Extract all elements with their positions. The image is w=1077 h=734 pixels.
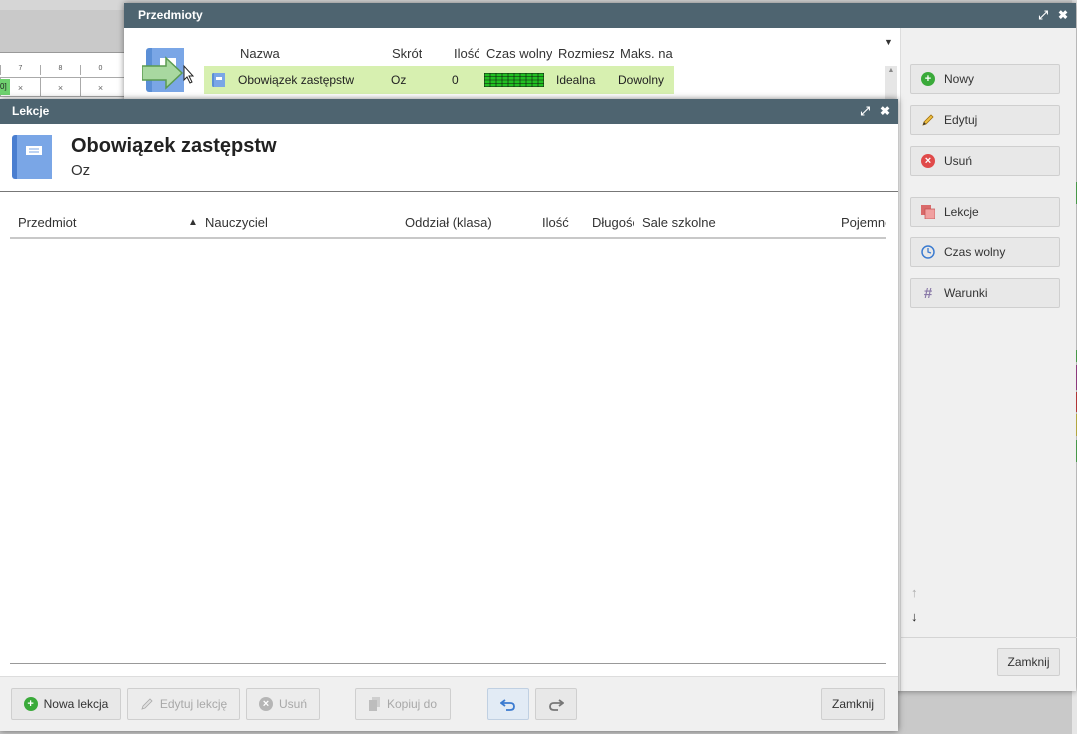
grid-header: 7 — [0, 65, 40, 75]
background-timetable: 7 8 0 × × × 0] — [0, 52, 130, 102]
usun-button[interactable]: × Usuń — [246, 688, 320, 720]
col-ilosc[interactable]: Ilość — [542, 215, 569, 230]
col-dlugosc[interactable]: Długość — [592, 215, 634, 230]
maximize-icon[interactable]: ⤢ — [1038, 3, 1048, 28]
col-czas-wolny[interactable]: Czas wolny — [486, 46, 552, 61]
przedmioty-sidebar: + Nowy Edytuj × Usuń Lekcje Czas wolny #… — [900, 28, 1077, 691]
usun-label: Usuń — [278, 697, 307, 711]
przedmioty-zamknij-button[interactable]: Zamknij — [997, 648, 1060, 676]
divider — [0, 191, 898, 192]
pencil-icon — [922, 114, 934, 126]
column-menu-chevron-down-icon[interactable]: ▼ — [884, 37, 893, 47]
col-nauczyciel[interactable]: Nauczyciel — [205, 215, 268, 230]
subject-book-icon — [212, 73, 225, 87]
col-rozmieszczenie[interactable]: Rozmieszczenie — [558, 46, 614, 61]
grid-cell[interactable]: × — [80, 78, 120, 96]
warunki-button[interactable]: # Warunki — [910, 278, 1060, 308]
row-rozmieszczenie: Idealna — [556, 73, 596, 87]
redo-icon — [549, 699, 564, 711]
row-nazwa: Obowiązek zastępstw — [238, 73, 355, 87]
nowa-lekcja-button[interactable]: + Nowa lekcja — [11, 688, 121, 720]
col-ilosc[interactable]: Ilość — [454, 46, 479, 61]
divider — [901, 637, 1077, 638]
col-nazwa[interactable]: Nazwa — [240, 46, 280, 61]
row-skrot: Oz — [391, 73, 407, 87]
table-row[interactable]: Obowiązek zastępstw Oz 0 Idealna Dowolny — [204, 66, 674, 94]
col-oddzial[interactable]: Oddział (klasa) — [405, 215, 492, 230]
plus-circle-icon: + — [921, 72, 935, 86]
pencil-icon — [141, 698, 153, 710]
kopiuj-do-button[interactable]: Kopiuj do — [355, 688, 451, 720]
copy-icon — [368, 697, 380, 711]
kopiuj-do-label: Kopiuj do — [386, 697, 438, 711]
col-skrot[interactable]: Skrót — [392, 46, 422, 61]
col-maks[interactable]: Maks. na — [620, 46, 674, 61]
clock-icon — [921, 245, 935, 259]
redo-button[interactable] — [535, 688, 577, 720]
plus-circle-icon: + — [23, 697, 38, 711]
grid-lesson-card[interactable]: 0] — [0, 79, 10, 95]
przedmioty-title: Przedmioty — [138, 8, 203, 22]
przedmioty-titlebar[interactable]: Przedmioty ⤢ ✖ — [124, 3, 1076, 28]
maximize-icon[interactable]: ⤢ — [860, 99, 870, 124]
grid-header: 0 — [80, 65, 120, 75]
row-maks: Dowolny — [618, 73, 665, 87]
lekcje-zamknij-button[interactable]: Zamknij — [821, 688, 885, 720]
lekcje-window: Lekcje ⤢ ✖ Obowiązek zastępstw Oz Przedm… — [0, 99, 898, 731]
col-przedmiot[interactable]: Przedmiot — [18, 215, 77, 230]
subject-book-icon — [12, 135, 52, 179]
czas-wolny-button[interactable]: Czas wolny — [910, 237, 1060, 267]
lekcje-button[interactable]: Lekcje — [910, 197, 1060, 227]
nowa-lekcja-label: Nowa lekcja — [43, 697, 109, 711]
grid-header: 8 — [40, 65, 80, 75]
timeslots-grid — [484, 73, 544, 87]
hash-icon: # — [923, 284, 933, 302]
warunki-label: Warunki — [944, 286, 988, 300]
subject-short: Oz — [71, 162, 91, 179]
row-ilosc: 0 — [452, 73, 459, 87]
close-icon[interactable]: ✖ — [1058, 3, 1068, 28]
usun-label: Usuń — [944, 154, 973, 168]
undo-icon — [500, 699, 515, 711]
edytuj-button[interactable]: Edytuj — [910, 105, 1060, 135]
nowy-label: Nowy — [944, 72, 975, 86]
subject-book-arrow-icon — [142, 48, 195, 92]
edytuj-lekcje-label: Edytuj lekcję — [159, 697, 228, 711]
col-pojemnosc[interactable]: Pojemność — [841, 215, 886, 230]
lekcje-label: Lekcje — [944, 205, 979, 219]
delete-circle-icon: × — [258, 697, 273, 711]
divider — [10, 663, 886, 664]
arrow-down-icon[interactable]: ↓ — [911, 609, 918, 624]
usun-button[interactable]: × Usuń — [910, 146, 1060, 176]
sort-ascending-icon: ▲ — [188, 217, 198, 228]
przedmioty-table-header: Nazwa Skrót Ilość Czas wolny Rozmieszcze… — [204, 41, 674, 65]
nowy-button[interactable]: + Nowy — [910, 64, 1060, 94]
lekcje-table-header: Przedmiot ▲ Nauczyciel Oddział (klasa) I… — [10, 207, 886, 239]
subject-name: Obowiązek zastępstw — [71, 135, 277, 157]
col-sale[interactable]: Sale szkolne — [642, 215, 716, 230]
grid-cell[interactable]: × — [40, 78, 80, 96]
arrow-up-icon[interactable]: ↑ — [911, 585, 918, 600]
lekcje-titlebar[interactable]: Lekcje ⤢ ✖ — [0, 99, 898, 124]
close-icon[interactable]: ✖ — [880, 99, 890, 124]
lessons-stack-icon — [921, 205, 935, 219]
edytuj-label: Edytuj — [944, 113, 978, 127]
delete-circle-icon: × — [921, 154, 935, 168]
edytuj-lekcje-button[interactable]: Edytuj lekcję — [127, 688, 240, 720]
lekcje-title: Lekcje — [12, 104, 50, 118]
czas-wolny-label: Czas wolny — [944, 245, 1006, 259]
undo-button[interactable] — [487, 688, 529, 720]
lekcje-footer: + Nowa lekcja Edytuj lekcję × Usuń Kopiu… — [0, 676, 898, 731]
